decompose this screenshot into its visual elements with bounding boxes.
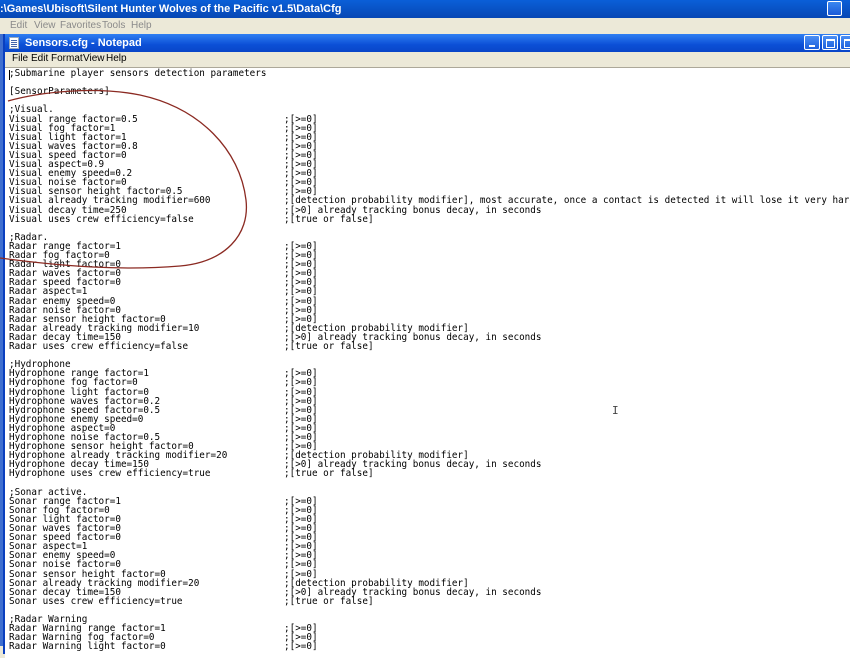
- notepad-title: Sensors.cfg - Notepad: [25, 37, 142, 49]
- menu-format[interactable]: Format: [51, 53, 83, 64]
- line-comment: ;[>=0]: [284, 641, 318, 653]
- menu-favorites[interactable]: Favorites: [60, 20, 101, 31]
- menu-help-notepad[interactable]: Help: [106, 53, 127, 64]
- notepad-window: Sensors.cfg - Notepad File Edit Format V…: [3, 34, 850, 658]
- text-line: Visual uses crew efficiency=false ;[true …: [9, 213, 374, 225]
- line-setting: ;Submarine player sensors detection para…: [9, 68, 267, 79]
- notepad-menubar: File Edit Format View Help: [5, 52, 850, 67]
- background-window-title: :\Games\Ubisoft\Silent Hunter Wolves of …: [0, 3, 342, 15]
- line-setting: Hydrophone uses crew efficiency=true: [9, 468, 211, 480]
- notepad-icon[interactable]: [9, 37, 19, 49]
- menu-view-notepad[interactable]: View: [83, 53, 105, 64]
- text-line: Sonar uses crew efficiency=true ;[true or…: [9, 595, 374, 607]
- line-setting: Sonar uses crew efficiency=true: [9, 595, 183, 607]
- minimize-icon[interactable]: [827, 1, 842, 16]
- text-line: [SensorParameters]: [9, 87, 110, 96]
- background-window-titlebar[interactable]: :\Games\Ubisoft\Silent Hunter Wolves of …: [0, 0, 850, 18]
- line-comment: ;[true or false]: [284, 341, 374, 352]
- text-line: Radar Warning light factor=0 ;[>=0]: [9, 641, 318, 653]
- line-comment: ;[true or false]: [284, 213, 374, 225]
- ibeam-cursor-icon: I: [612, 404, 619, 417]
- line-setting: Radar uses crew efficiency=false: [9, 341, 189, 352]
- text-line: ;Submarine player sensors detection para…: [9, 69, 266, 78]
- menu-tools[interactable]: Tools: [102, 20, 125, 31]
- menu-help[interactable]: Help: [131, 20, 152, 31]
- background-window-menubar: Edit View Favorites Tools Help: [0, 18, 850, 34]
- text-line: Hydrophone uses crew efficiency=true ;[tr…: [9, 468, 374, 480]
- menu-edit[interactable]: Edit: [10, 20, 27, 31]
- line-comment: ;[true or false]: [284, 468, 374, 480]
- line-comment: ;[true or false]: [284, 595, 374, 607]
- menu-view[interactable]: View: [34, 20, 56, 31]
- maximize-button[interactable]: [822, 35, 838, 50]
- menu-edit-notepad[interactable]: Edit: [31, 53, 48, 64]
- line-setting: [SensorParameters]: [9, 86, 110, 98]
- menu-file[interactable]: File: [12, 53, 28, 64]
- minimize-button[interactable]: [804, 35, 820, 50]
- line-setting: Visual uses crew efficiency=false: [9, 213, 194, 225]
- text-line: Radar uses crew efficiency=false ;[true o…: [9, 341, 374, 352]
- notepad-titlebar[interactable]: Sensors.cfg - Notepad: [5, 34, 850, 52]
- restore-button[interactable]: [840, 35, 850, 50]
- line-setting: Radar Warning light factor=0: [9, 641, 166, 653]
- text-editor-area[interactable]: ;Submarine player sensors detection para…: [5, 67, 850, 658]
